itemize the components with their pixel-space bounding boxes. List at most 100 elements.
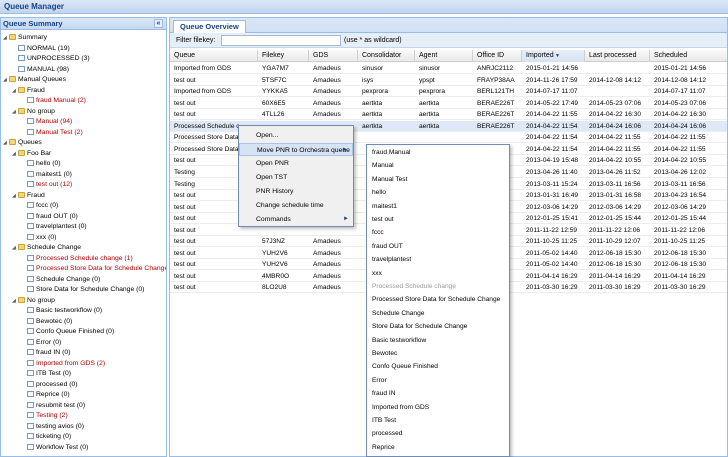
- tree-leaf-node[interactable]: Store Data for Schedule Change (0): [21, 284, 144, 295]
- tree-leaf-node[interactable]: ITB Test (0): [21, 368, 71, 379]
- tree-leaf-node[interactable]: Bewotec (0): [21, 316, 72, 327]
- submenu-item[interactable]: Reprice: [367, 441, 509, 454]
- submenu-item[interactable]: xxx: [367, 267, 509, 280]
- table-row[interactable]: test out 60X6E5 Amadeus aertkta aertkta BERAE…: [170, 98, 727, 109]
- submenu-item[interactable]: Error: [367, 374, 509, 387]
- column-header-imported[interactable]: Imported ▼: [522, 50, 585, 62]
- submenu-item[interactable]: travelplantest: [367, 253, 509, 266]
- tree-folder-node[interactable]: ◢ Foo Bar: [12, 148, 51, 159]
- table-row[interactable]: Imported from GDS YGA7M7 Amadeus sinusor sin…: [170, 63, 727, 74]
- submenu-item[interactable]: Bewotec: [367, 347, 509, 360]
- tree-leaf-node[interactable]: Confo Queue Finished (0): [21, 326, 114, 337]
- submenu-item[interactable]: fraud IN: [367, 387, 509, 400]
- context-menu-item-open-pnr[interactable]: Open PNR: [239, 157, 353, 170]
- submenu-item[interactable]: fraud OUT: [367, 240, 509, 253]
- tree-node-label: Imported from GDS (2): [36, 359, 106, 367]
- tree-leaf-node[interactable]: testing avios (0): [21, 421, 84, 432]
- tree-folder-node[interactable]: ◢ Manual Queues: [3, 74, 66, 85]
- tree-leaf-node[interactable]: test out (12): [21, 179, 72, 190]
- tree-leaf-node[interactable]: Manual Test (2): [21, 127, 83, 138]
- tree-leaf-node[interactable]: Imported from GDS (2): [21, 358, 105, 369]
- table-row[interactable]: Imported from GDS YYKKA5 Amadeus pexprora pe…: [170, 86, 727, 98]
- tree-leaf-node[interactable]: Testing (2): [21, 410, 68, 421]
- tree-leaf-node[interactable]: Processed Store Data for Schedule Change…: [21, 263, 166, 274]
- queue-icon: [27, 275, 34, 282]
- tree-leaf-node[interactable]: Error (0): [21, 337, 61, 348]
- context-menu-item-commands[interactable]: Commands ►: [239, 213, 353, 226]
- table-cell: 2012-06-18 15:30: [589, 261, 642, 269]
- tree-folder-node[interactable]: ◢ Summary: [3, 32, 47, 43]
- tree-folder-node[interactable]: ◢ Fraud: [12, 190, 45, 201]
- submenu-item[interactable]: fraud Manual: [367, 146, 509, 159]
- tree-leaf-node[interactable]: Schedule Change (0): [21, 274, 100, 285]
- tree-leaf-node[interactable]: Manual (94): [21, 116, 72, 127]
- table-row[interactable]: test out 5TSF7C Amadeus isys ypspt FRAYP38AA 2…: [170, 75, 727, 86]
- tree-leaf-node[interactable]: Basic testworkflow (0): [21, 305, 102, 316]
- tree-node-label: maitest1 (0): [36, 170, 72, 178]
- submenu-item[interactable]: hello: [367, 186, 509, 199]
- collapse-panel-button[interactable]: «: [154, 19, 163, 28]
- submenu-item[interactable]: test out: [367, 213, 509, 226]
- submenu-item[interactable]: Confo Queue Finished: [367, 360, 509, 373]
- column-header-filekey[interactable]: Filekey: [258, 50, 309, 62]
- column-header-consolidator[interactable]: Consolidator: [358, 50, 415, 62]
- tree-folder-node[interactable]: ◢ Fraud: [12, 85, 45, 96]
- column-header-last-processed[interactable]: Last processed: [585, 50, 650, 62]
- table-cell: 2014-04-22 11:54: [526, 145, 578, 153]
- table-cell: test out: [174, 261, 196, 269]
- tree-leaf-node[interactable]: NORMAL (19): [12, 43, 70, 54]
- tree-leaf-node[interactable]: xxx (0): [21, 232, 56, 243]
- submenu-item[interactable]: Basic testworkflow: [367, 334, 509, 347]
- submenu-item[interactable]: Imported from GDS: [367, 401, 509, 414]
- tree-leaf-node[interactable]: resubmit test (0): [21, 400, 85, 411]
- tree-folder-node[interactable]: ◢ No group: [12, 295, 55, 306]
- queue-icon: [27, 233, 34, 240]
- context-menu-item-change-schedule-time[interactable]: Change schedule time: [239, 199, 353, 212]
- table-cell: 2014-11-26 17:59: [526, 76, 578, 84]
- submenu-item[interactable]: processed: [367, 427, 509, 440]
- queue-icon: [27, 118, 34, 124]
- table-row[interactable]: test out 4TLL26 Amadeus aertkta aertkta BERAE…: [170, 109, 727, 121]
- tab-queue-overview[interactable]: Queue Overview: [173, 20, 246, 33]
- context-menu-item-move-pnr-to-orchestra-queue[interactable]: Move PNR to Orchestra queue ►: [239, 143, 353, 156]
- column-header-scheduled[interactable]: Scheduled: [650, 50, 727, 62]
- submenu-item[interactable]: Processed Store Data for Schedule Change: [367, 293, 509, 306]
- tree-leaf-node[interactable]: fccc (0): [21, 200, 58, 211]
- tree-leaf-node[interactable]: Processed Schedule change (1): [21, 253, 133, 264]
- tree-folder-node[interactable]: ◢ Schedule Change: [12, 242, 81, 253]
- tree-leaf-node[interactable]: Reprice (0): [21, 389, 70, 400]
- context-menu-item-open[interactable]: Open...: [239, 129, 353, 142]
- submenu-item[interactable]: fccc: [367, 226, 509, 239]
- table-cell: Amadeus: [313, 76, 341, 84]
- submenu-item[interactable]: Schedule Change: [367, 307, 509, 320]
- queue-icon: [27, 265, 34, 271]
- context-menu-item-pnr-history[interactable]: PNR History: [239, 185, 353, 198]
- filekey-filter-input[interactable]: [221, 35, 341, 46]
- tree-folder-node[interactable]: ◢ No group: [12, 106, 55, 117]
- submenu-item[interactable]: Manual: [367, 159, 509, 172]
- submenu-item[interactable]: maitest1: [367, 200, 509, 213]
- tree-leaf-node[interactable]: fraud OUT (0): [21, 211, 78, 222]
- table-cell: test out: [174, 249, 196, 257]
- grid-header: Queue Filekey GDS Consolidator Agent Office I…: [170, 50, 727, 62]
- tree-leaf-node[interactable]: UNPROCESSED (3): [12, 53, 90, 64]
- tree-leaf-node[interactable]: hello (0): [21, 158, 61, 169]
- tree-leaf-node[interactable]: ticketing (0): [21, 431, 71, 442]
- tree-leaf-node[interactable]: fraud Manual (2): [21, 95, 86, 106]
- tree-leaf-node[interactable]: fraud IN (0): [21, 347, 70, 358]
- tree-leaf-node[interactable]: travelplantest (0): [21, 221, 87, 232]
- tree-leaf-node[interactable]: MANUAL (98): [12, 64, 69, 75]
- tree-leaf-node[interactable]: Workflow Test (0): [21, 442, 88, 453]
- submenu-item[interactable]: Store Data for Schedule Change: [367, 320, 509, 333]
- submenu-item[interactable]: ITB Test: [367, 414, 509, 427]
- column-header-agent[interactable]: Agent: [415, 50, 473, 62]
- tree-folder-node[interactable]: ◢ Queues: [3, 137, 42, 148]
- column-header-gds[interactable]: GDS: [309, 50, 358, 62]
- submenu-item[interactable]: Manual Test: [367, 173, 509, 186]
- context-menu-item-open-tst[interactable]: Open TST: [239, 171, 353, 184]
- column-header-queue[interactable]: Queue: [170, 50, 258, 62]
- tree-leaf-node[interactable]: processed (0): [21, 379, 78, 390]
- move-to-queue-submenu: fraud Manual Manual Manual Test hello maites…: [366, 144, 510, 457]
- column-header-office-id[interactable]: Office ID: [473, 50, 522, 62]
- tree-leaf-node[interactable]: maitest1 (0): [21, 169, 72, 180]
